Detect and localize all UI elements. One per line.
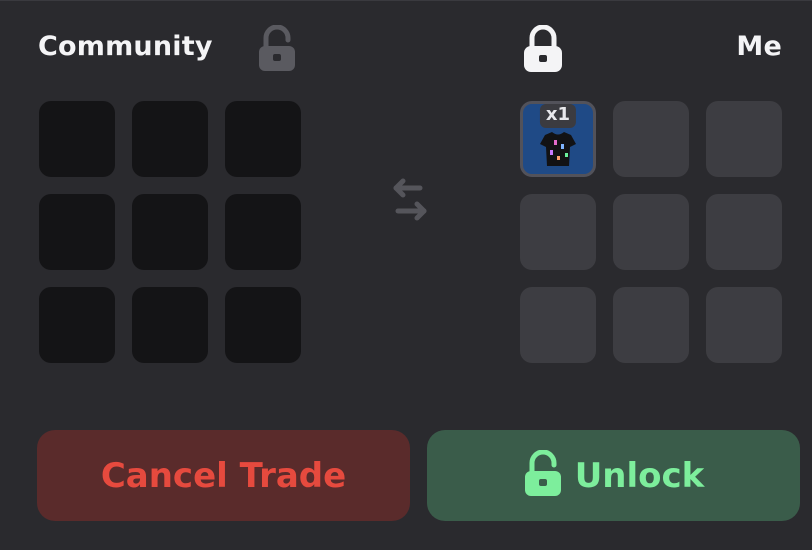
unlock-button[interactable]: Unlock: [427, 430, 800, 521]
community-slot: [39, 101, 115, 177]
my-slot[interactable]: [520, 287, 596, 363]
community-slot: [225, 194, 301, 270]
me-title: Me: [736, 31, 782, 62]
shirt-item-icon: [540, 132, 576, 166]
trade-panel: Community Me x1 Cancel Trade Unlock: [0, 0, 812, 550]
community-slot: [132, 101, 208, 177]
cancel-trade-label: Cancel Trade: [100, 455, 347, 496]
community-slot: [225, 287, 301, 363]
community-slot: [132, 287, 208, 363]
community-slot: [39, 287, 115, 363]
my-slot[interactable]: [613, 194, 689, 270]
unlock-label: Unlock: [574, 455, 705, 496]
item-count-badge: x1: [539, 104, 577, 128]
my-slot[interactable]: [613, 101, 689, 177]
cancel-trade-button[interactable]: Cancel Trade: [37, 430, 410, 521]
my-slot[interactable]: [520, 194, 596, 270]
my-slot[interactable]: [706, 101, 782, 177]
unlocked-padlock-icon: [259, 25, 295, 71]
community-title: Community: [38, 31, 213, 62]
community-slot: [225, 101, 301, 177]
my-slot[interactable]: [706, 287, 782, 363]
unlocked-padlock-icon: [524, 449, 561, 496]
community-slot: [132, 194, 208, 270]
my-slot[interactable]: [706, 194, 782, 270]
locked-padlock-icon: [524, 25, 562, 72]
my-slot-item[interactable]: x1: [520, 101, 596, 177]
swap-arrows-icon: [393, 178, 427, 221]
community-offer-grid: [39, 101, 301, 363]
community-slot: [39, 194, 115, 270]
my-slot[interactable]: [613, 287, 689, 363]
my-offer-grid: x1: [520, 101, 782, 363]
